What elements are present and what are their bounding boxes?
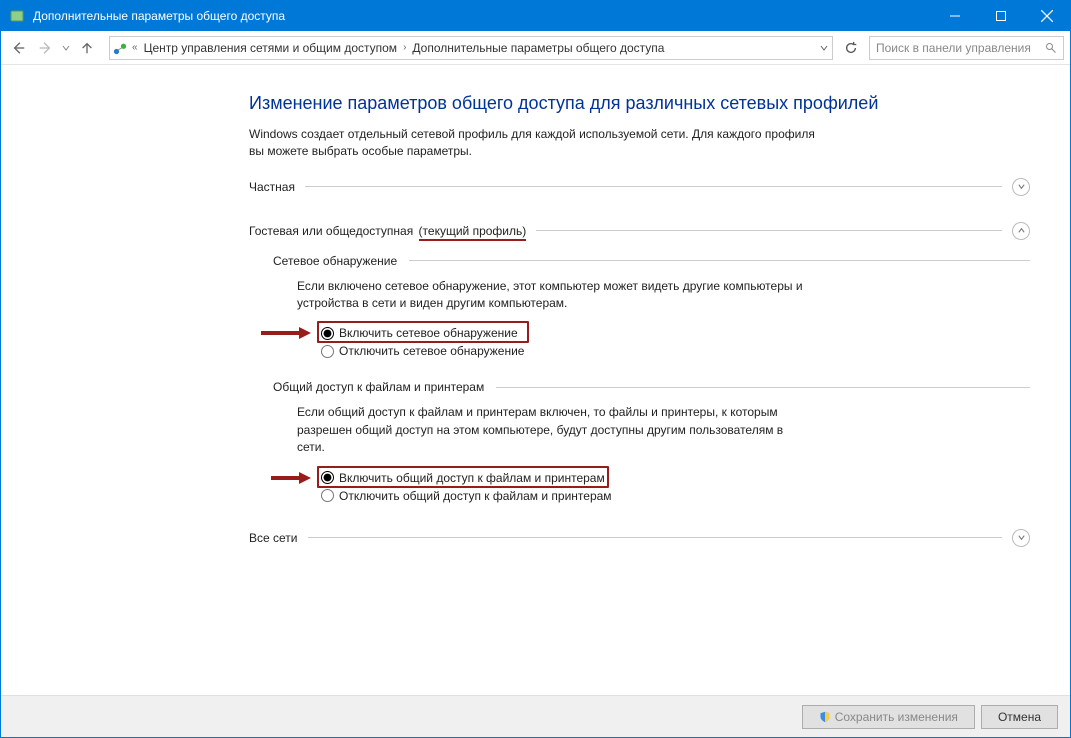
page-description: Windows создает отдельный сетевой профил… [249, 126, 829, 160]
radio-sharing-on[interactable]: Включить общий доступ к файлам и принтер… [321, 469, 1030, 487]
window: Дополнительные параметры общего доступа [0, 0, 1071, 738]
current-profile-badge: (текущий профиль) [419, 224, 527, 241]
file-sharing-header: Общий доступ к файлам и принтерам [273, 380, 484, 394]
breadcrumb-separator-icon: › [401, 42, 408, 53]
chevron-up-icon [1012, 222, 1030, 240]
profile-private-header[interactable]: Частная [249, 176, 1030, 198]
annotation-arrow-icon [271, 470, 323, 491]
subsection-network-discovery: Сетевое обнаружение Если включено сетево… [273, 254, 1030, 361]
footer: Сохранить изменения Отмена [1, 695, 1070, 737]
network-icon [110, 41, 130, 55]
annotation-arrow-icon [261, 325, 313, 346]
profile-private: Частная [249, 176, 1030, 198]
window-title: Дополнительные параметры общего доступа [33, 9, 932, 23]
nav-forward-button[interactable] [33, 36, 57, 60]
profile-guest-header[interactable]: Гостевая или общедоступная (текущий проф… [249, 220, 1030, 242]
profile-all-networks-header[interactable]: Все сети [249, 527, 1030, 549]
app-icon [9, 8, 25, 24]
breadcrumb-dropdown[interactable] [814, 37, 832, 59]
save-button[interactable]: Сохранить изменения [802, 705, 975, 729]
page-title: Изменение параметров общего доступа для … [249, 93, 1030, 114]
file-sharing-desc: Если общий доступ к файлам и принтерам в… [297, 404, 807, 456]
breadcrumb-chev-icon: « [130, 42, 140, 53]
subsection-file-sharing: Общий доступ к файлам и принтерам Если о… [273, 380, 1030, 504]
radio-discovery-on-input[interactable] [321, 327, 334, 340]
chevron-down-icon [1012, 529, 1030, 547]
maximize-button[interactable] [978, 1, 1024, 31]
minimize-button[interactable] [932, 1, 978, 31]
network-discovery-desc: Если включено сетевое обнаружение, этот … [297, 278, 807, 313]
nav-up-button[interactable] [75, 36, 99, 60]
profile-all-networks: Все сети [249, 527, 1030, 549]
refresh-button[interactable] [839, 36, 863, 60]
nav-history-dropdown[interactable] [59, 44, 73, 52]
network-discovery-header: Сетевое обнаружение [273, 254, 397, 268]
search-input[interactable] [870, 41, 1039, 55]
close-button[interactable] [1024, 1, 1070, 31]
radio-discovery-on[interactable]: Включить сетевое обнаружение [321, 324, 1030, 342]
search-icon[interactable] [1039, 42, 1063, 54]
profile-private-label: Частная [249, 180, 295, 194]
breadcrumb-item-advanced-sharing[interactable]: Дополнительные параметры общего доступа [408, 41, 668, 55]
breadcrumb-bar[interactable]: « Центр управления сетями и общим доступ… [109, 36, 833, 60]
chevron-down-icon [1012, 178, 1030, 196]
radio-sharing-off-input[interactable] [321, 489, 334, 502]
window-buttons [932, 1, 1070, 31]
navbar: « Центр управления сетями и общим доступ… [1, 31, 1070, 65]
shield-icon [819, 711, 831, 723]
radio-discovery-off[interactable]: Отключить сетевое обнаружение [321, 342, 1030, 360]
nav-back-button[interactable] [7, 36, 31, 60]
radio-sharing-on-input[interactable] [321, 471, 334, 484]
search-box[interactable] [869, 36, 1064, 60]
profile-all-networks-label: Все сети [249, 531, 298, 545]
content-area: Изменение параметров общего доступа для … [1, 65, 1070, 737]
profile-guest: Гостевая или общедоступная (текущий проф… [249, 220, 1030, 505]
radio-sharing-off[interactable]: Отключить общий доступ к файлам и принте… [321, 487, 1030, 505]
breadcrumb-item-network-center[interactable]: Центр управления сетями и общим доступом [140, 41, 402, 55]
cancel-button[interactable]: Отмена [981, 705, 1058, 729]
profile-guest-label: Гостевая или общедоступная (текущий проф… [249, 224, 526, 238]
radio-discovery-off-input[interactable] [321, 345, 334, 358]
titlebar: Дополнительные параметры общего доступа [1, 1, 1070, 31]
